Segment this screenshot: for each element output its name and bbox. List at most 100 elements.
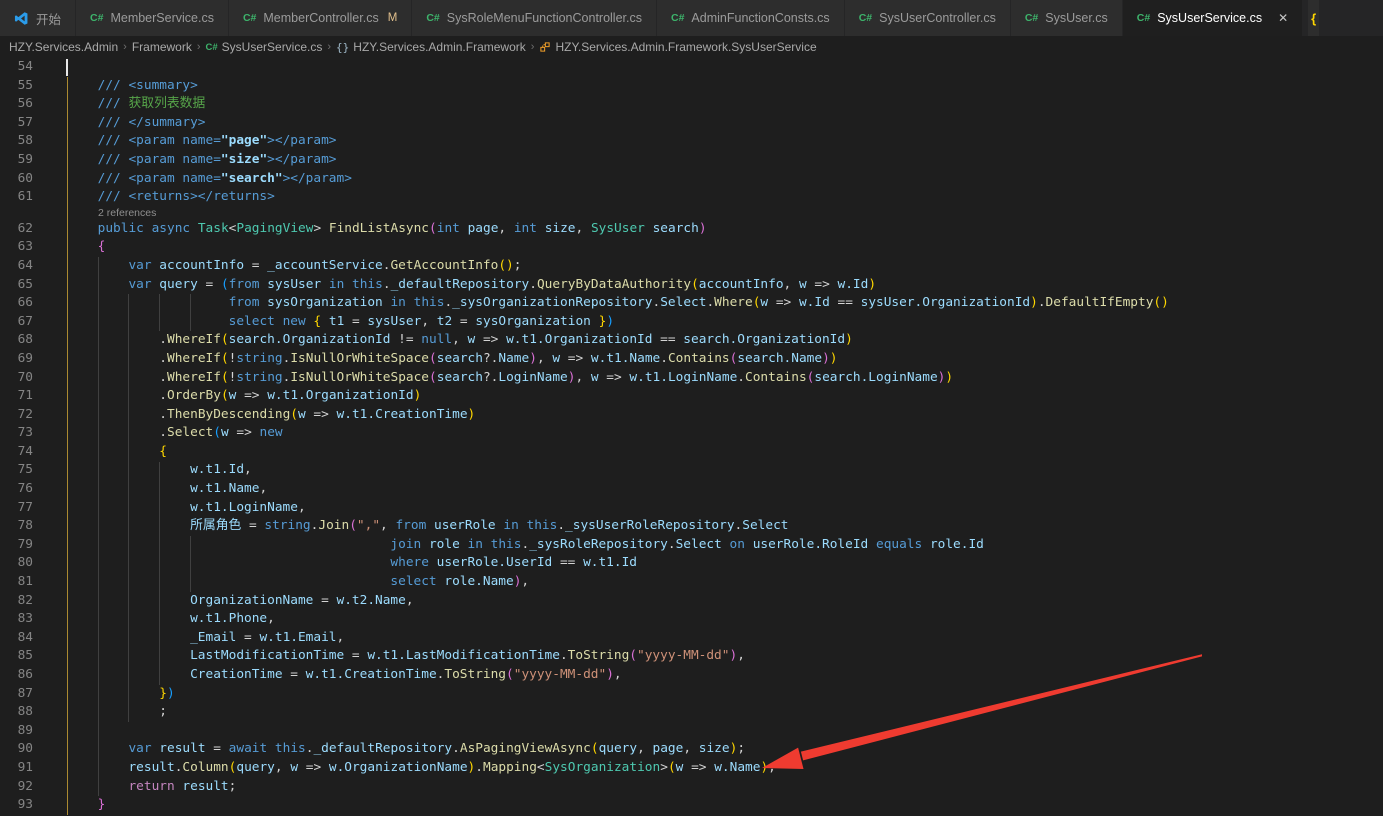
line-number[interactable]: 57 xyxy=(0,114,33,133)
code-line[interactable]: 88 ; xyxy=(0,703,1383,722)
line-number[interactable]: 67 xyxy=(0,313,33,332)
line-number[interactable]: 88 xyxy=(0,703,33,722)
code-line[interactable]: 65 var query = (from sysUser in this._de… xyxy=(0,276,1383,295)
code-line[interactable]: 85 LastModificationTime = w.t1.LastModif… xyxy=(0,647,1383,666)
code-line[interactable]: 89 xyxy=(0,722,1383,741)
line-number[interactable]: 59 xyxy=(0,151,33,170)
code-line[interactable]: 75 w.t1.Id, xyxy=(0,461,1383,480)
code-line[interactable]: 66 from sysOrganization in this._sysOrga… xyxy=(0,294,1383,313)
line-number[interactable]: 61 xyxy=(0,188,33,207)
line-number[interactable]: 68 xyxy=(0,331,33,350)
code-line[interactable]: 62 public async Task<PagingView> FindLis… xyxy=(0,220,1383,239)
line-number[interactable]: 62 xyxy=(0,220,33,239)
code-line[interactable]: 73 .Select(w => new xyxy=(0,424,1383,443)
tab[interactable]: C#AdminFunctionConsts.cs xyxy=(657,0,845,36)
tab[interactable]: 开始 xyxy=(0,0,76,36)
code-line[interactable]: 70 .WhereIf(!string.IsNullOrWhiteSpace(s… xyxy=(0,369,1383,388)
line-number[interactable]: 74 xyxy=(0,443,33,462)
line-number[interactable]: 92 xyxy=(0,778,33,797)
code-line[interactable]: 61 /// <returns></returns> xyxy=(0,188,1383,207)
breadcrumb-item[interactable]: HZY.Services.Admin xyxy=(9,40,118,54)
line-number[interactable]: 78 xyxy=(0,517,33,536)
code-line[interactable]: 83 w.t1.Phone, xyxy=(0,610,1383,629)
line-number[interactable]: 55 xyxy=(0,77,33,96)
line-number[interactable]: 71 xyxy=(0,387,33,406)
tab[interactable]: C#SysUserService.cs✕ xyxy=(1123,0,1303,36)
code-line[interactable]: 63 { xyxy=(0,238,1383,257)
codelens-references[interactable]: 2 references xyxy=(0,207,1383,220)
line-number[interactable]: 66 xyxy=(0,294,33,313)
breadcrumb-item[interactable]: C#SysUserService.cs xyxy=(206,40,323,54)
code-line[interactable]: 91 result.Column(query, w => w.Organizat… xyxy=(0,759,1383,778)
code-line[interactable]: 74 { xyxy=(0,443,1383,462)
line-number[interactable]: 58 xyxy=(0,132,33,151)
code-line[interactable]: 78 所属角色 = string.Join(",", from userRole… xyxy=(0,517,1383,536)
code-line[interactable]: 71 .OrderBy(w => w.t1.OrganizationId) xyxy=(0,387,1383,406)
tab[interactable]: C#SysRoleMenuFunctionController.cs xyxy=(412,0,657,36)
code-line[interactable]: 56 /// 获取列表数据 xyxy=(0,95,1383,114)
code-text: /// </summary> xyxy=(33,114,206,133)
line-number[interactable]: 72 xyxy=(0,406,33,425)
line-number[interactable]: 79 xyxy=(0,536,33,555)
tab[interactable]: C#MemberController.csM xyxy=(229,0,412,36)
tab-partial[interactable]: { xyxy=(1308,0,1319,36)
line-number[interactable]: 82 xyxy=(0,592,33,611)
code-line[interactable]: 80 where userRole.UserId == w.t1.Id xyxy=(0,554,1383,573)
code-line[interactable]: 77 w.t1.LoginName, xyxy=(0,499,1383,518)
line-number[interactable]: 90 xyxy=(0,740,33,759)
code-line[interactable]: 92 return result; xyxy=(0,778,1383,797)
line-number[interactable]: 76 xyxy=(0,480,33,499)
line-number[interactable]: 73 xyxy=(0,424,33,443)
line-number[interactable]: 65 xyxy=(0,276,33,295)
line-number[interactable]: 81 xyxy=(0,573,33,592)
code-line[interactable]: 81 select role.Name), xyxy=(0,573,1383,592)
tab[interactable]: C#SysUserController.cs xyxy=(845,0,1011,36)
line-number[interactable]: 77 xyxy=(0,499,33,518)
code-line[interactable]: 79 join role in this._sysRoleRepository.… xyxy=(0,536,1383,555)
breadcrumb-item[interactable]: Framework xyxy=(132,40,192,54)
code-line[interactable]: 82 OrganizationName = w.t2.Name, xyxy=(0,592,1383,611)
line-number[interactable]: 56 xyxy=(0,95,33,114)
code-line[interactable]: 59 /// <param name="size"></param> xyxy=(0,151,1383,170)
line-number[interactable]: 60 xyxy=(0,170,33,189)
code-line[interactable]: 64 var accountInfo = _accountService.Get… xyxy=(0,257,1383,276)
code-line[interactable]: 58 /// <param name="page"></param> xyxy=(0,132,1383,151)
code-line[interactable]: 84 _Email = w.t1.Email, xyxy=(0,629,1383,648)
breadcrumb-item[interactable]: HZY.Services.Admin.Framework.SysUserServ… xyxy=(539,40,816,54)
code-line[interactable]: 72 .ThenByDescending(w => w.t1.CreationT… xyxy=(0,406,1383,425)
breadcrumb-label: SysUserService.cs xyxy=(222,40,323,54)
tab[interactable]: C#SysUser.cs xyxy=(1011,0,1123,36)
line-number[interactable]: 86 xyxy=(0,666,33,685)
close-icon[interactable]: ✕ xyxy=(1278,11,1288,25)
line-number[interactable]: 83 xyxy=(0,610,33,629)
line-number[interactable]: 64 xyxy=(0,257,33,276)
code-line[interactable]: 90 var result = await this._defaultRepos… xyxy=(0,740,1383,759)
line-number[interactable]: 69 xyxy=(0,350,33,369)
code-line[interactable]: 87 }) xyxy=(0,685,1383,704)
line-number[interactable]: 54 xyxy=(0,58,33,77)
code-line[interactable]: 93 } xyxy=(0,796,1383,815)
line-number[interactable]: 84 xyxy=(0,629,33,648)
code-line[interactable]: 86 CreationTime = w.t1.CreationTime.ToSt… xyxy=(0,666,1383,685)
line-number[interactable]: 63 xyxy=(0,238,33,257)
code-line[interactable]: 67 select new { t1 = sysUser, t2 = sysOr… xyxy=(0,313,1383,332)
line-number[interactable]: 75 xyxy=(0,461,33,480)
line-number[interactable]: 70 xyxy=(0,369,33,388)
line-number[interactable]: 87 xyxy=(0,685,33,704)
code-editor[interactable]: 5455 /// <summary>56 /// 获取列表数据57 /// </… xyxy=(0,58,1383,816)
code-text: w.t1.Id, xyxy=(33,461,252,480)
code-line[interactable]: 69 .WhereIf(!string.IsNullOrWhiteSpace(s… xyxy=(0,350,1383,369)
code-line[interactable]: 54 xyxy=(0,58,1383,77)
code-line[interactable]: 76 w.t1.Name, xyxy=(0,480,1383,499)
code-line[interactable]: 68 .WhereIf(search.OrganizationId != nul… xyxy=(0,331,1383,350)
tab[interactable]: C#MemberService.cs xyxy=(76,0,229,36)
line-number[interactable]: 89 xyxy=(0,722,33,741)
code-line[interactable]: 60 /// <param name="search"></param> xyxy=(0,170,1383,189)
line-number[interactable]: 91 xyxy=(0,759,33,778)
breadcrumb-item[interactable]: {}HZY.Services.Admin.Framework xyxy=(336,40,526,54)
line-number[interactable]: 80 xyxy=(0,554,33,573)
line-number[interactable]: 93 xyxy=(0,796,33,815)
code-line[interactable]: 55 /// <summary> xyxy=(0,77,1383,96)
line-number[interactable]: 85 xyxy=(0,647,33,666)
code-line[interactable]: 57 /// </summary> xyxy=(0,114,1383,133)
